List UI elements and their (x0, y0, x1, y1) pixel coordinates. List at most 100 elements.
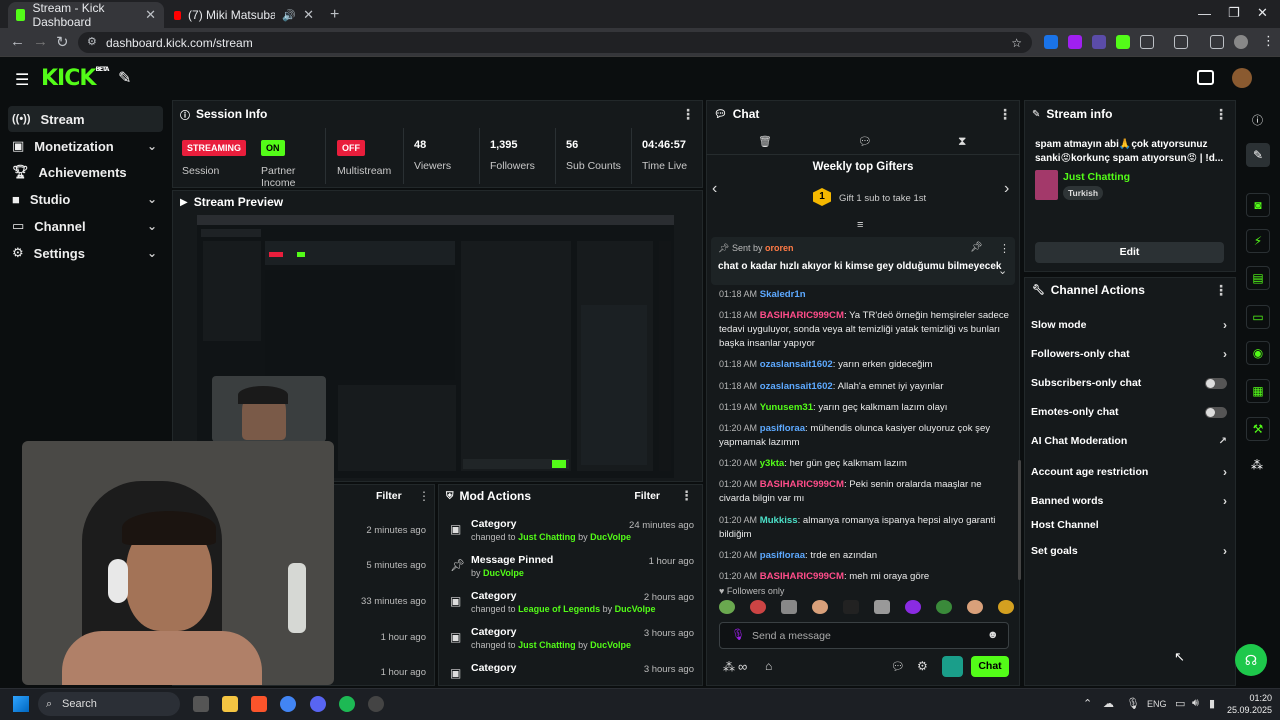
brave-icon[interactable] (251, 696, 267, 712)
chat-bubble-icon[interactable]: 💬︎ (891, 660, 905, 673)
sidebar-item-monetization[interactable]: ▣ Monetization ⌄ (8, 133, 163, 159)
close-tab-icon[interactable]: ✕ (145, 7, 156, 23)
community-icon[interactable]: ⁂ (723, 660, 735, 674)
hourglass-icon[interactable]: ⧗ (958, 134, 966, 149)
store-icon[interactable]: ⌂ (765, 659, 772, 673)
mod-action-user[interactable]: DucVolpe (590, 640, 631, 650)
chevron-left-icon[interactable]: ‹ (712, 180, 717, 198)
taskbar-search[interactable]: ⌕ Search (38, 692, 180, 716)
emote[interactable] (812, 600, 828, 614)
forward-icon[interactable]: → (33, 33, 48, 50)
emote[interactable] (936, 600, 952, 614)
chat-settings-icon[interactable]: 💬︎ (858, 135, 872, 148)
url-field[interactable]: ⚙ dashboard.kick.com/stream ☆ (78, 32, 1032, 53)
more-options-icon[interactable]: ⋮ (680, 488, 693, 504)
clock[interactable]: 01:20 25.09.2025 (1226, 692, 1272, 716)
network-icon[interactable]: ▭ (1175, 697, 1185, 710)
emote[interactable] (905, 600, 921, 614)
reading-list-icon[interactable] (1174, 35, 1188, 49)
broadcast-icon[interactable]: ◉ (1246, 341, 1270, 365)
toggle-switch[interactable] (1205, 377, 1227, 389)
more-options-icon[interactable]: ⋮ (681, 106, 695, 123)
edit-stream-info-button[interactable]: Edit (1035, 242, 1224, 263)
more-options-icon[interactable]: ⋮ (998, 106, 1012, 123)
new-tab-icon[interactable]: + (330, 6, 339, 24)
file-explorer-icon[interactable] (222, 696, 238, 712)
chrome-icon[interactable] (280, 696, 296, 712)
send-chat-button[interactable]: Chat (971, 656, 1009, 677)
channel-action-set-goals[interactable]: Set goals › (1031, 544, 1227, 558)
mod-action-target[interactable]: League of Legends (518, 604, 600, 614)
wrench-icon[interactable]: ⚒ (1246, 417, 1270, 441)
more-options-icon[interactable]: ⋮ (1214, 106, 1228, 123)
minimize-icon[interactable]: — (1198, 6, 1211, 21)
channel-action-followers-only-chat[interactable]: Followers-only chat › (1031, 347, 1227, 361)
browser-tab-youtube[interactable]: (7) Miki Matsubara - Stay W 🔊 ✕ (166, 2, 322, 28)
info-icon[interactable]: ⓘ (1252, 112, 1263, 128)
creator-tools-icon[interactable]: ✎ (118, 68, 131, 88)
microphone-icon[interactable]: 🎙︎ (1126, 697, 1140, 710)
sidebar-item-settings[interactable]: ⚙ Settings ⌄ (8, 240, 163, 266)
emote[interactable] (750, 600, 766, 614)
audio-icon[interactable]: 🔊 (282, 9, 296, 22)
community-icon[interactable]: ⁂ (1251, 458, 1263, 472)
mod-action-user[interactable]: DucVolpe (590, 532, 631, 542)
hamburger-menu-icon[interactable]: ☰ (15, 70, 29, 90)
volume-icon[interactable]: 🔊︎ (1192, 697, 1199, 710)
cloud-icon[interactable]: ☁ (1103, 697, 1114, 710)
layout-icon[interactable]: ▦ (1246, 379, 1270, 403)
category-link[interactable]: Just Chatting (1063, 171, 1130, 183)
channel-action-banned-words[interactable]: Banned words › (1031, 494, 1227, 508)
pencil-icon[interactable]: ✎ (1246, 143, 1270, 167)
mod-action-user[interactable]: DucVolpe (483, 568, 524, 578)
close-window-icon[interactable]: ✕ (1257, 5, 1268, 21)
channel-action-subscribers-only-chat[interactable]: Subscribers-only chat (1031, 377, 1227, 389)
filter-button[interactable]: Filter (376, 490, 402, 502)
filter-button[interactable]: Filter (634, 490, 660, 502)
emote[interactable] (719, 600, 735, 614)
extension-icon[interactable] (1092, 35, 1106, 49)
kick-points-icon[interactable] (942, 656, 963, 677)
document-icon[interactable]: ▤ (1246, 266, 1270, 290)
chat-icon[interactable]: ▭ (1246, 305, 1270, 329)
start-icon[interactable] (13, 696, 29, 712)
reload-icon[interactable]: ↻ (56, 33, 69, 51)
more-options-icon[interactable]: ⋮ (1214, 282, 1228, 299)
chat-username[interactable]: Mukkiss (760, 515, 798, 526)
sidebar-item-studio[interactable]: ■ Studio ⌄ (8, 186, 163, 212)
channel-action-emotes-only-chat[interactable]: Emotes-only chat (1031, 406, 1227, 418)
emote[interactable] (998, 600, 1014, 614)
browser-menu-icon[interactable]: ⋮ (1262, 33, 1275, 49)
more-options-icon[interactable]: ⋮ (999, 242, 1010, 255)
obs-icon[interactable] (368, 696, 384, 712)
bookmark-star-icon[interactable]: ☆ (1011, 36, 1022, 50)
emote[interactable] (967, 600, 983, 614)
chat-username[interactable]: Yunusem31 (760, 402, 813, 413)
channel-action-host-channel[interactable]: Host Channel (1031, 519, 1227, 531)
lightning-icon[interactable]: ⚡︎ (1246, 229, 1270, 253)
chat-username[interactable]: BASIHARIC999CM (760, 310, 844, 321)
back-icon[interactable]: ← (10, 33, 25, 50)
preview-icon[interactable]: ◙ (1246, 193, 1270, 217)
battery-icon[interactable]: ▮ (1209, 697, 1215, 710)
chat-username[interactable]: y3kta (760, 458, 785, 469)
toggle-switch[interactable] (1205, 406, 1227, 418)
emote[interactable] (843, 600, 859, 614)
chevron-up-icon[interactable]: ⌃ (1083, 697, 1092, 710)
chat-username[interactable]: BASIHARIC999CM (760, 479, 844, 490)
maximize-icon[interactable]: ❐ (1228, 5, 1240, 21)
site-info-icon[interactable]: ⚙ (87, 35, 97, 48)
emote[interactable] (781, 600, 797, 614)
extension-icon[interactable] (1044, 35, 1058, 49)
support-headset-icon[interactable]: ☊ (1235, 644, 1267, 676)
kick-logo[interactable]: KICKBETA (41, 66, 109, 91)
chat-username[interactable]: pasifloraa (760, 550, 805, 561)
chevron-right-icon[interactable]: › (1004, 180, 1009, 198)
collapse-icon[interactable]: ≡ (857, 219, 863, 231)
close-tab-icon[interactable]: ✕ (303, 7, 314, 23)
extension-icon[interactable] (1068, 35, 1082, 49)
channel-action-account-age-restriction[interactable]: Account age restriction › (1031, 465, 1227, 479)
sidebar-item-channel[interactable]: ▭ Channel ⌄ (8, 213, 163, 239)
spotify-icon[interactable] (339, 696, 355, 712)
extensions-puzzle-icon[interactable] (1140, 35, 1154, 49)
